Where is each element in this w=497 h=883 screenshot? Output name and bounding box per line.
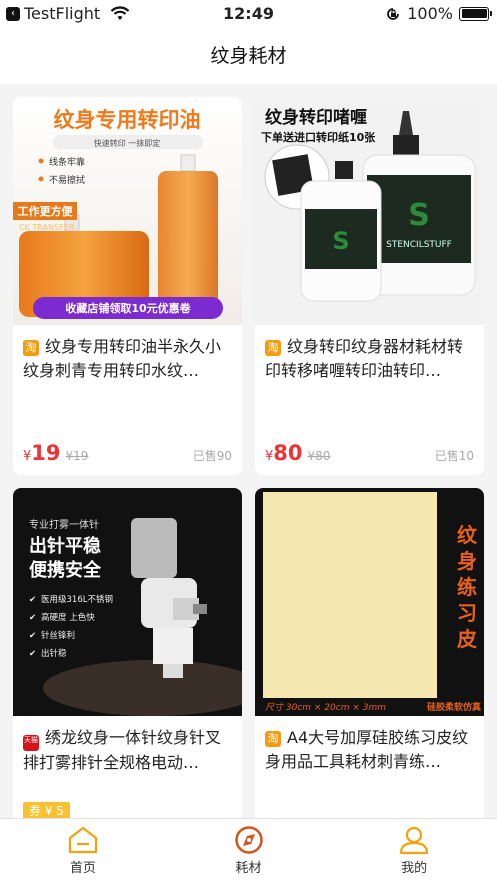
status-bar: ‹ TestFlight 12:49 100% xyxy=(0,0,497,28)
svg-text:下单送进口转印纸10张: 下单送进口转印纸10张 xyxy=(261,130,376,144)
svg-text:✔: ✔ xyxy=(29,649,36,659)
svg-text:纹: 纹 xyxy=(457,523,478,547)
price-row: ¥80 ¥80 已售10 xyxy=(265,441,474,465)
product-image: 纹身专用转印油 快速转印 一抹即定 线条牢靠 不易擦拭 工作更方便 CK TRA… xyxy=(13,97,242,325)
svg-text:习: 习 xyxy=(457,601,477,625)
svg-text:✔: ✔ xyxy=(29,595,36,605)
product-image: 专业打雾一体针 出针平稳 便携安全 ✔ 医用级316L不锈钢 ✔ 高硬度 上色快… xyxy=(13,488,242,716)
taobao-tag-icon: 淘 xyxy=(265,731,281,747)
tmall-tag-icon: 天猫 xyxy=(23,735,39,751)
svg-text:练: 练 xyxy=(457,575,477,599)
svg-text:CK TRANSFER: CK TRANSFER xyxy=(19,223,75,232)
price: 80 xyxy=(273,441,303,465)
original-price: ¥80 xyxy=(307,449,331,463)
compass-icon xyxy=(234,826,263,854)
tab-label: 耗材 xyxy=(235,861,262,876)
sold-count: 已售10 xyxy=(434,449,474,463)
tab-bar: 首页 耗材 我的 xyxy=(0,818,497,883)
svg-text:针丝锋利: 针丝锋利 xyxy=(41,630,75,641)
user-icon xyxy=(400,826,429,855)
tab-supplies[interactable]: 耗材 xyxy=(166,819,332,883)
svg-text:皮: 皮 xyxy=(457,627,477,651)
svg-text:✔: ✔ xyxy=(29,631,36,641)
product-image: 纹身转印啫喱 下单送进口转印纸10张 S STENCILSTUFF S xyxy=(255,97,484,325)
tab-mine[interactable]: 我的 xyxy=(331,819,497,883)
svg-text:专业打雾一体针: 专业打雾一体针 xyxy=(29,518,99,531)
product-card[interactable]: 纹身转印啫喱 下单送进口转印纸10张 S STENCILSTUFF S 淘纹身转… xyxy=(255,97,484,475)
svg-text:STENCILSTUFF: STENCILSTUFF xyxy=(386,240,452,250)
svg-text:快速转印 一抹即定: 快速转印 一抹即定 xyxy=(94,138,161,148)
page-title: 纹身耗材 xyxy=(0,28,497,84)
price-row: ¥19 ¥19 已售90 xyxy=(23,441,232,465)
product-title: 淘纹身专用转印油半永久小纹身刺青专用转印水纹… xyxy=(23,337,222,380)
product-card[interactable]: 纹身专用转印油 快速转印 一抹即定 线条牢靠 不易擦拭 工作更方便 CK TRA… xyxy=(13,97,242,475)
svg-text:身: 身 xyxy=(457,549,477,573)
product-image: 纹 身 练 习 皮 尺寸 30cm × 20cm × 3mm 硅胶柔软仿真 xyxy=(255,488,484,716)
coupon-badge: 券 ¥ 5 xyxy=(23,802,70,818)
battery-icon xyxy=(459,6,492,21)
taobao-tag-icon: 淘 xyxy=(265,340,281,356)
svg-text:S: S xyxy=(408,198,430,233)
product-title: 天猫 绣龙纹身一体针纹身针叉排打雾排针全规格电动… xyxy=(23,728,222,772)
product-title: 淘纹身转印纹身器材耗材转印转移啫喱转印油转印… xyxy=(265,337,464,380)
image-headline: 纹身转印啫喱 xyxy=(265,107,367,128)
svg-text:工作更方便: 工作更方便 xyxy=(18,204,74,218)
tab-home[interactable]: 首页 xyxy=(0,819,166,883)
image-headline: 纹身专用转印油 xyxy=(54,108,201,132)
svg-text:出针稳: 出针稳 xyxy=(41,648,67,659)
svg-text:高硬度 上色快: 高硬度 上色快 xyxy=(41,612,95,623)
svg-text:S: S xyxy=(332,227,349,255)
tab-label: 我的 xyxy=(401,861,428,876)
sold-count: 已售90 xyxy=(192,449,232,463)
svg-text:不易擦拭: 不易擦拭 xyxy=(49,174,85,186)
product-title: 淘 A4大号加厚硅胶练习皮纹身用品工具耗材刺青练… xyxy=(265,728,469,771)
svg-text:线条牢靠: 线条牢靠 xyxy=(49,156,85,168)
product-card[interactable]: 专业打雾一体针 出针平稳 便携安全 ✔ 医用级316L不锈钢 ✔ 高硬度 上色快… xyxy=(13,488,242,818)
svg-text:便携安全: 便携安全 xyxy=(29,559,102,581)
tab-label: 首页 xyxy=(69,861,96,876)
taobao-tag-icon: 淘 xyxy=(23,340,39,356)
product-grid: 纹身专用转印油 快速转印 一抹即定 线条牢靠 不易擦拭 工作更方便 CK TRA… xyxy=(0,84,497,818)
image-headline: 出针平稳 xyxy=(29,535,101,557)
price: 19 xyxy=(31,441,61,465)
rotation-lock-icon xyxy=(387,7,400,20)
svg-text:尺寸 30cm × 20cm × 3mm: 尺寸 30cm × 20cm × 3mm xyxy=(265,702,386,713)
svg-text:✔: ✔ xyxy=(29,613,36,623)
product-card[interactable]: 纹 身 练 习 皮 尺寸 30cm × 20cm × 3mm 硅胶柔软仿真 淘A… xyxy=(255,488,484,818)
battery-percent: 100% xyxy=(407,4,453,23)
image-banner: 收藏店铺领取10元优惠卷 xyxy=(65,301,191,315)
svg-text:医用级316L不锈钢: 医用级316L不锈钢 xyxy=(41,594,113,605)
original-price: ¥19 xyxy=(65,449,89,463)
home-icon xyxy=(68,826,97,854)
svg-text:硅胶柔软仿真: 硅胶柔软仿真 xyxy=(427,701,481,713)
